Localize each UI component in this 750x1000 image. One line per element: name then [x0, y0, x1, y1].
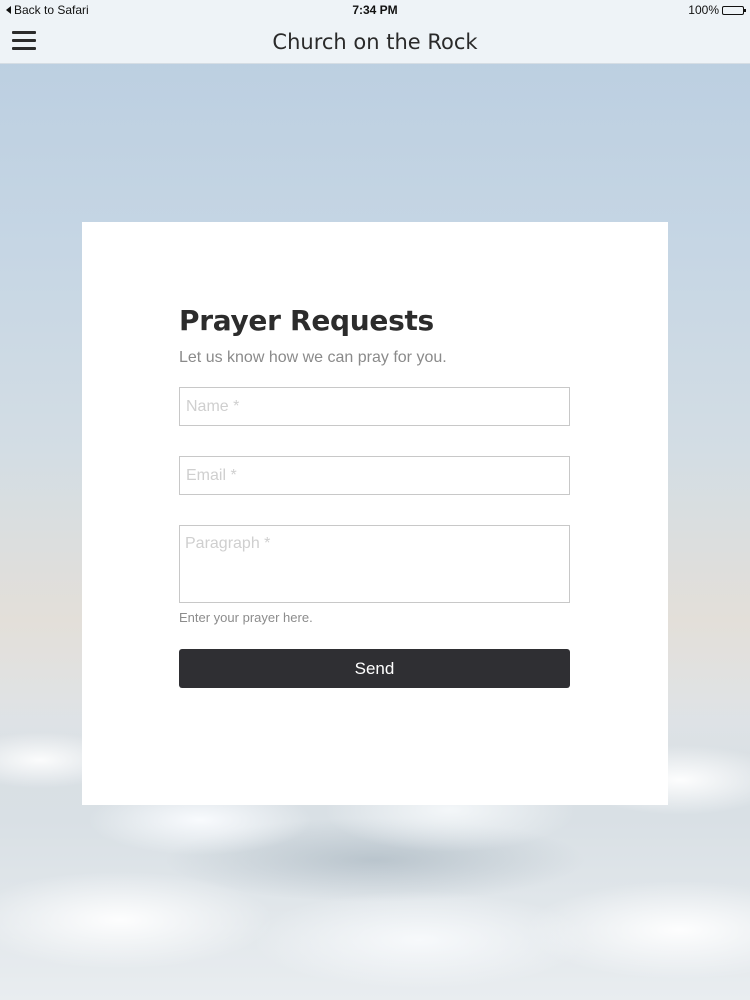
status-bar: Back to Safari 7:34 PM 100%	[0, 0, 750, 20]
prayer-request-card: Prayer Requests Let us know how we can p…	[82, 222, 668, 805]
email-input[interactable]	[179, 456, 570, 495]
prayer-request-form: Prayer Requests Let us know how we can p…	[179, 304, 570, 688]
battery-status: 100%	[688, 3, 746, 17]
form-subtitle: Let us know how we can pray for you.	[179, 349, 447, 366]
battery-percentage: 100%	[688, 3, 719, 17]
status-time: 7:34 PM	[352, 3, 398, 17]
prayer-paragraph-input[interactable]	[179, 525, 570, 603]
prayer-helper-text: Enter your prayer here.	[179, 610, 313, 625]
form-title: Prayer Requests	[179, 304, 434, 337]
site-title: Church on the Rock	[272, 30, 478, 54]
name-input[interactable]	[179, 387, 570, 426]
app-screen: Back to Safari 7:34 PM 100% Church on th…	[0, 0, 750, 1000]
send-button[interactable]: Send	[179, 649, 570, 688]
battery-icon	[722, 5, 746, 15]
nav-bar: Church on the Rock	[0, 20, 750, 64]
